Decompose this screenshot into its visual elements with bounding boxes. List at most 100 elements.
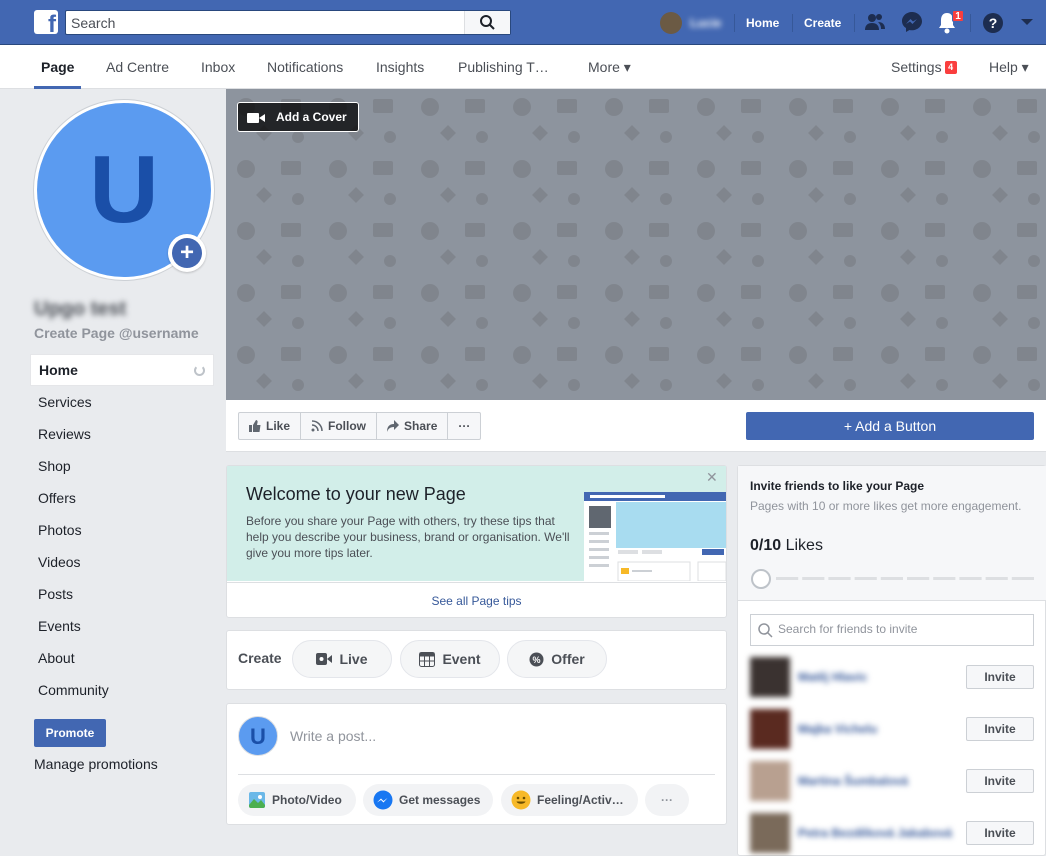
friend-avatar[interactable] <box>750 709 790 749</box>
invite-button[interactable]: Invite <box>966 665 1034 689</box>
invite-button[interactable]: Invite <box>966 769 1034 793</box>
sidebar-item-videos[interactable]: Videos <box>30 546 214 578</box>
friend-name[interactable]: Majka Vichelu <box>798 722 877 736</box>
friend-name[interactable]: Petra Bezděková Jakabová <box>798 826 952 840</box>
progress-segment <box>1011 577 1034 580</box>
add-profile-picture-button[interactable]: + <box>168 234 206 272</box>
account-menu-caret-icon[interactable] <box>1020 18 1034 26</box>
progress-segment <box>880 577 903 580</box>
cover-photo-area[interactable] <box>226 89 1046 400</box>
smiley-icon <box>511 790 531 810</box>
divider <box>238 774 715 775</box>
invite-search-input[interactable] <box>778 622 1028 636</box>
progress-segment <box>985 577 1008 580</box>
friend-row: Majka Vichelu Invite <box>750 709 1034 751</box>
likes-progress-knob <box>751 569 771 589</box>
invite-button[interactable]: Invite <box>966 821 1034 845</box>
messenger-icon[interactable] <box>901 11 923 33</box>
calendar-icon <box>419 651 436 667</box>
share-button[interactable]: Share <box>377 413 449 439</box>
page-name[interactable]: Upgo test <box>34 298 126 321</box>
create-label: Create <box>238 650 282 666</box>
tab-notifications[interactable]: Notifications <box>267 45 343 89</box>
feeling-activity-button[interactable]: Feeling/Activ… <box>501 784 638 816</box>
progress-segment <box>854 577 877 580</box>
tab-help[interactable]: Help ▾ <box>989 45 1029 89</box>
follow-button[interactable]: Follow <box>301 413 378 439</box>
sidebar-item-shop[interactable]: Shop <box>30 450 214 482</box>
progress-segment <box>907 577 930 580</box>
progress-segment <box>933 577 956 580</box>
nav-home-link[interactable]: Home <box>746 16 779 30</box>
create-live-button[interactable]: Live <box>292 640 392 678</box>
photo-icon <box>249 792 265 808</box>
friend-row: Martina Šumbalová Invite <box>750 761 1034 803</box>
user-avatar[interactable] <box>660 12 682 34</box>
progress-segment <box>828 577 851 580</box>
promote-button[interactable]: Promote <box>34 719 106 747</box>
manage-promotions-link[interactable]: Manage promotions <box>34 756 158 772</box>
sidebar-item-photos[interactable]: Photos <box>30 514 214 546</box>
sidebar-item-label: Home <box>39 362 78 378</box>
tab-ad-centre[interactable]: Ad Centre <box>106 45 169 89</box>
tab-insights[interactable]: Insights <box>376 45 424 89</box>
more-options-button[interactable]: ··· <box>645 784 689 816</box>
more-dots-icon: ··· <box>661 793 673 807</box>
user-name-link[interactable]: Lucie <box>690 16 721 30</box>
sidebar-item-about[interactable]: About <box>30 642 214 674</box>
friend-name[interactable]: Martina Šumbalová <box>798 774 908 788</box>
create-username-link[interactable]: Create Page @username <box>34 325 199 341</box>
sidebar-item-home[interactable]: Home <box>30 354 214 386</box>
more-actions-button[interactable]: ··· <box>448 413 480 439</box>
likes-progress-count: 0/10 Likes <box>750 537 823 554</box>
friend-name[interactable]: Matěj Hlavic <box>798 670 867 684</box>
photo-video-button[interactable]: Photo/Video <box>238 784 356 816</box>
tab-publishing-tools[interactable]: Publishing T… <box>458 45 549 89</box>
search-icon <box>758 623 773 638</box>
friend-avatar[interactable] <box>750 761 790 801</box>
svg-text:?: ? <box>989 15 998 31</box>
search-input[interactable] <box>71 14 461 31</box>
tab-page[interactable]: Page <box>34 45 82 89</box>
page-preview-illustration-icon <box>584 492 726 581</box>
video-camera-icon <box>247 113 265 123</box>
divider <box>734 14 735 32</box>
invite-search-box <box>750 614 1034 646</box>
tab-inbox[interactable]: Inbox <box>201 45 235 89</box>
close-icon[interactable]: ✕ <box>706 469 718 486</box>
friend-row: Matěj Hlavic Invite <box>750 657 1034 699</box>
see-all-page-tips-link[interactable]: See all Page tips <box>227 582 726 618</box>
add-cover-button[interactable]: Add a Cover <box>237 102 359 132</box>
sidebar-item-services[interactable]: Services <box>30 386 214 418</box>
add-a-button[interactable]: + Add a Button <box>746 412 1034 440</box>
invite-button[interactable]: Invite <box>966 717 1034 741</box>
search-box <box>65 10 511 35</box>
write-post-input[interactable]: Write a post... <box>290 728 376 744</box>
offer-tag-icon: % <box>529 652 544 666</box>
share-arrow-icon <box>387 420 400 432</box>
divider <box>792 14 793 32</box>
friend-avatar[interactable] <box>750 813 790 853</box>
live-video-icon <box>316 653 333 665</box>
settings-label: Settings <box>891 59 942 75</box>
tab-more[interactable]: More ▾ <box>588 45 631 89</box>
tab-settings[interactable]: Settings 4 <box>891 45 957 89</box>
help-icon[interactable]: ? <box>982 12 1004 34</box>
sidebar-item-events[interactable]: Events <box>30 610 214 642</box>
friend-avatar[interactable] <box>750 657 790 697</box>
get-messages-button[interactable]: Get messages <box>363 784 493 816</box>
like-button[interactable]: Like <box>239 413 302 439</box>
friend-requests-icon[interactable] <box>864 12 886 32</box>
create-event-button[interactable]: Event <box>400 640 500 678</box>
divider <box>854 14 855 32</box>
sidebar-item-offers[interactable]: Offers <box>30 482 214 514</box>
sidebar-item-posts[interactable]: Posts <box>30 578 214 610</box>
sidebar-item-reviews[interactable]: Reviews <box>30 418 214 450</box>
sidebar-item-community[interactable]: Community <box>30 674 214 706</box>
likes-progress-bar <box>776 577 1034 580</box>
settings-badge: 4 <box>944 61 957 74</box>
nav-create-link[interactable]: Create <box>804 16 841 30</box>
create-offer-button[interactable]: % Offer <box>507 640 607 678</box>
search-button[interactable] <box>464 11 510 34</box>
facebook-logo-icon[interactable]: f <box>34 10 58 34</box>
